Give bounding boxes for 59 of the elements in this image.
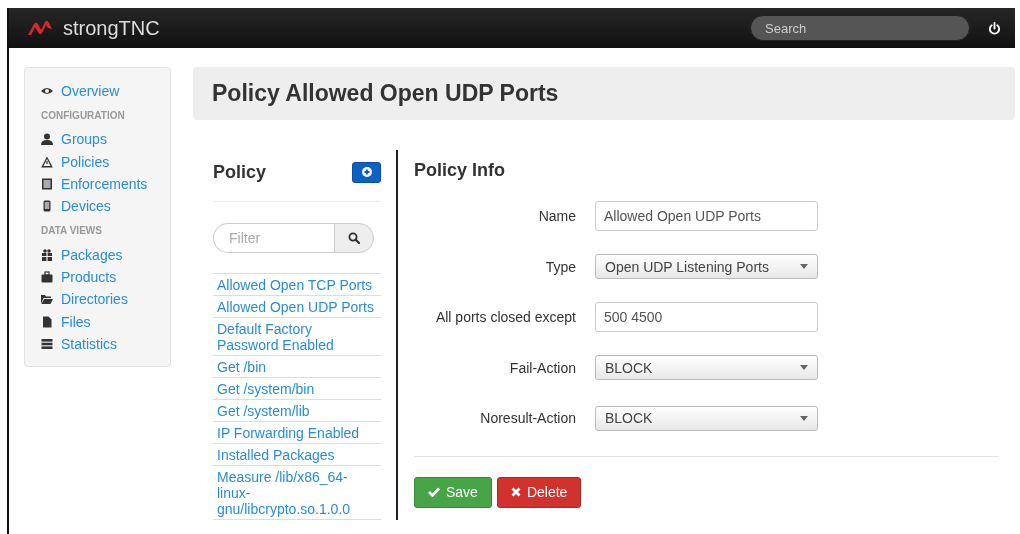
caret-icon	[800, 365, 808, 371]
caret-icon	[800, 415, 808, 421]
sidebar-link[interactable]: Groups	[61, 131, 107, 148]
field-label: All ports closed except	[434, 309, 576, 326]
search-field[interactable]: Search	[750, 15, 970, 41]
sidebar-link[interactable]: Policies	[61, 153, 110, 170]
add-icon	[361, 167, 372, 177]
folder-icon	[41, 293, 53, 306]
policy-link[interactable]: Default Factory Password Enabled	[217, 321, 377, 353]
list-heading: Policy	[213, 161, 267, 183]
phone-icon	[41, 200, 53, 213]
text-field[interactable]: Allowed Open UDP Ports	[595, 201, 818, 232]
delete-button[interactable]: Delete	[496, 476, 582, 508]
list-icon	[41, 178, 53, 191]
sidebar-link[interactable]: Statistics	[61, 335, 117, 352]
sidebar-heading: CONFIGURATION	[41, 110, 126, 122]
policy-link[interactable]: Get /system/bin	[217, 381, 377, 397]
save-button[interactable]: Save	[414, 476, 492, 508]
field-label: Type	[544, 258, 576, 275]
user-icon	[41, 133, 53, 146]
policy-link[interactable]: Get /system/lib	[217, 403, 377, 419]
sidebar-link[interactable]: Packages	[61, 246, 123, 263]
sidebar-link[interactable]: Directories	[61, 291, 128, 308]
search-button[interactable]	[334, 223, 374, 253]
policy-link[interactable]: IP Forwarding Enabled	[217, 425, 377, 441]
dropdown[interactable]: BLOCK	[595, 355, 818, 381]
policy-link[interactable]: Installed Packages	[217, 447, 377, 463]
sidebar-link[interactable]: Overview	[61, 83, 120, 100]
field-label: Fail-Action	[508, 359, 576, 376]
filter-field[interactable]: Filter	[213, 223, 334, 253]
form-heading: Policy Info	[414, 160, 506, 181]
caret-icon	[800, 264, 808, 270]
add-button[interactable]	[352, 161, 381, 183]
sidebar-link[interactable]: Products	[61, 268, 117, 285]
policy-link[interactable]: Allowed Open UDP Ports	[217, 299, 377, 315]
field-label: Name	[537, 208, 576, 225]
brand-name[interactable]: strongTNC	[63, 16, 160, 40]
dropdown[interactable]: Open UDP Listening Ports	[595, 254, 818, 280]
sidebar-link[interactable]: Devices	[61, 198, 111, 215]
dropdown[interactable]: BLOCK	[595, 405, 818, 431]
search-icon	[348, 232, 360, 244]
text-field[interactable]: 500 4500	[595, 302, 818, 333]
briefcase-icon	[41, 270, 53, 283]
sidebar-link[interactable]: Enforcements	[61, 176, 148, 193]
stack-icon	[41, 337, 53, 350]
field-label: Noresult-Action	[479, 410, 576, 427]
policy-link[interactable]: Measure /lib/x86_64-linux-gnu/libcrypto.so.1.0.0	[217, 469, 377, 517]
gift-icon	[41, 248, 53, 261]
sidebar-link[interactable]: Files	[61, 313, 91, 330]
policy-link[interactable]: Get /bin	[217, 359, 377, 375]
close-icon	[510, 487, 521, 497]
logo-icon	[27, 20, 53, 36]
sidebar-heading: DATA VIEWS	[41, 225, 103, 237]
policy-link[interactable]: Allowed Open TCP Ports	[217, 277, 377, 293]
warning-icon	[41, 155, 53, 168]
file-icon	[41, 315, 53, 328]
check-icon	[428, 487, 440, 497]
page-title: Policy Allowed Open UDP Ports	[212, 80, 559, 107]
power-icon[interactable]	[988, 21, 1001, 35]
